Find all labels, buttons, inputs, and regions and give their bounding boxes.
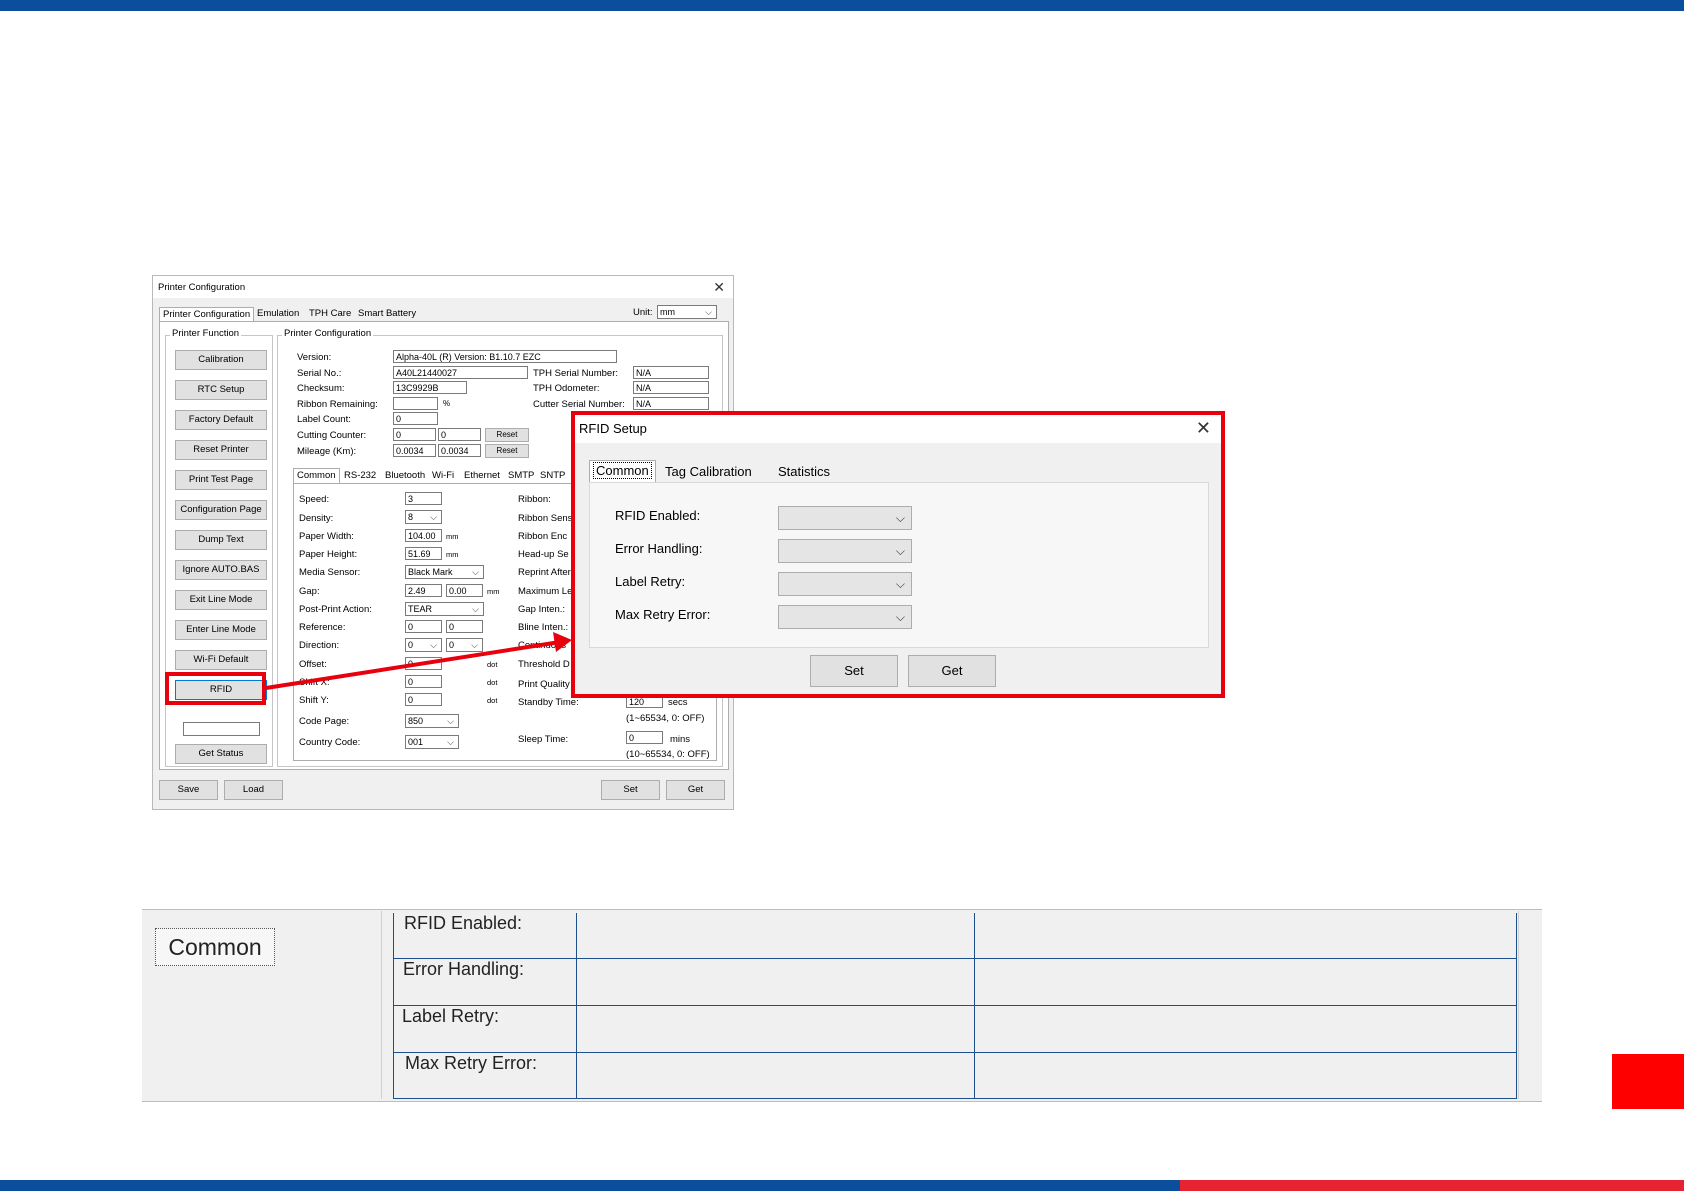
table-row-error-handling: Error Handling: (403, 959, 525, 980)
rfid-setup-dialog: RFID Setup ✕ Common Tag Calibration Stat… (571, 411, 1225, 698)
arrow-head (553, 632, 572, 652)
common-tab-label: Common (155, 928, 275, 966)
bottom-bar-blue (0, 1180, 1180, 1191)
tab-tag-calibration[interactable]: Tag Calibration (661, 462, 756, 482)
label-retry-label: Label Retry: (615, 574, 686, 589)
label-retry-select[interactable]: ⌵ (778, 572, 912, 596)
table-row-rfid-enabled: RFID Enabled: (404, 913, 523, 934)
close-icon[interactable]: ✕ (1196, 418, 1211, 439)
tab-common[interactable]: Common (589, 460, 656, 483)
bottom-bar-red (1180, 1180, 1684, 1191)
chevron-down-icon: ⌵ (895, 610, 905, 624)
error-handling-label: Error Handling: (615, 541, 703, 556)
grid-line (393, 958, 1517, 959)
table-right-border (1518, 911, 1519, 1099)
chevron-down-icon: ⌵ (895, 577, 905, 591)
max-retry-error-label: Max Retry Error: (615, 607, 711, 622)
tab-statistics[interactable]: Statistics (774, 462, 834, 482)
get-button[interactable]: Get (908, 655, 996, 687)
dialog-titlebar: RFID Setup ✕ (575, 415, 1221, 443)
grid-line (393, 913, 394, 1099)
rfid-enabled-label: RFID Enabled: (615, 508, 701, 523)
table-column-separator (381, 911, 382, 1099)
grid-line (393, 1005, 1517, 1006)
grid-line (576, 913, 577, 1099)
table-row-max-retry-error: Max Retry Error: (405, 1053, 538, 1074)
grid-line (974, 913, 975, 1099)
dialog-title: RFID Setup (579, 421, 647, 436)
page-marker (1612, 1054, 1684, 1109)
grid-line (393, 1098, 1517, 1099)
table-row-label-retry: Label Retry: (402, 1006, 500, 1027)
max-retry-error-select[interactable]: ⌵ (778, 605, 912, 629)
grid-line (393, 1052, 1517, 1053)
tab-common-label: Common (593, 462, 652, 479)
grid-line (1516, 913, 1517, 1099)
chevron-down-icon: ⌵ (895, 544, 905, 558)
arrow-line (265, 640, 561, 690)
rfid-enabled-select[interactable]: ⌵ (778, 506, 912, 530)
set-button[interactable]: Set (810, 655, 898, 687)
chevron-down-icon: ⌵ (895, 511, 905, 525)
error-handling-select[interactable]: ⌵ (778, 539, 912, 563)
